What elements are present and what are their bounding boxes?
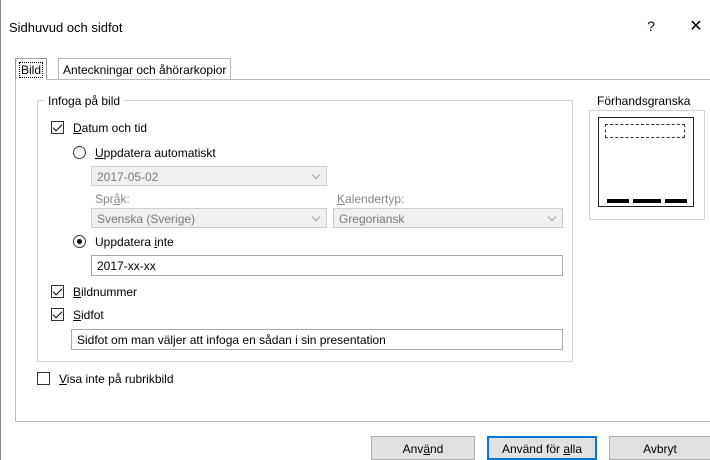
auto-date-format-select[interactable]: 2017-05-02 xyxy=(91,166,327,186)
dont-show-on-title-slide-label[interactable]: Visa inte på rubrikbild xyxy=(59,372,174,386)
fixed-date-label[interactable]: Uppdatera inte xyxy=(95,235,174,249)
cancel-button[interactable]: Avbryt xyxy=(609,436,710,460)
apply-to-all-button[interactable]: Använd för alla xyxy=(487,436,597,460)
update-automatically-radio[interactable] xyxy=(73,146,86,159)
language-select[interactable]: Svenska (Sverige) xyxy=(91,208,327,228)
fixed-date-input[interactable]: 2017-xx-xx xyxy=(91,255,563,276)
preview-footer-text xyxy=(633,199,661,203)
dont-show-on-title-slide-checkbox[interactable] xyxy=(37,372,50,385)
chevron-down-icon xyxy=(306,167,326,185)
tab-slide[interactable]: Bild xyxy=(15,58,48,80)
apply-button[interactable]: Använd xyxy=(371,436,475,460)
footer-text-input[interactable]: Sidfot om man väljer att infoga en sådan… xyxy=(71,329,563,350)
date-time-label[interactable]: Datum och tid xyxy=(73,121,147,135)
language-label: Språk: xyxy=(95,192,130,206)
header-footer-dialog: Sidhuvud och sidfot ? ✕ Bild Anteckninga… xyxy=(0,0,710,460)
help-button[interactable]: ? xyxy=(643,18,659,34)
close-icon[interactable]: ✕ xyxy=(687,16,705,36)
preview-label: Förhandsgranska xyxy=(595,94,693,108)
chevron-down-icon xyxy=(306,209,326,227)
date-time-checkbox[interactable] xyxy=(51,121,64,134)
include-group-legend: Infoga på bild xyxy=(45,94,124,108)
chevron-down-icon xyxy=(542,209,562,227)
title-bar: Sidhuvud och sidfot ? ✕ xyxy=(1,0,710,56)
fixed-date-radio[interactable] xyxy=(73,235,86,248)
preview-footer-number xyxy=(665,199,687,203)
footer-checkbox[interactable] xyxy=(51,308,64,321)
tab-notes-handouts[interactable]: Anteckningar och åhörarkopior xyxy=(58,58,232,80)
calendar-type-label: Kalendertyp: xyxy=(337,192,405,206)
slide-number-label[interactable]: Bildnummer xyxy=(73,285,137,299)
preview-footer-date xyxy=(607,199,629,203)
dialog-title: Sidhuvud och sidfot xyxy=(9,20,123,35)
preview-header-placeholder xyxy=(605,124,685,138)
slide-number-checkbox[interactable] xyxy=(51,285,64,298)
footer-label[interactable]: Sidfot xyxy=(73,308,104,322)
calendar-type-select[interactable]: Gregoriansk xyxy=(333,208,563,228)
update-automatically-label[interactable]: Uppdatera automatiskt xyxy=(95,146,216,160)
include-on-slide-group xyxy=(37,100,573,362)
